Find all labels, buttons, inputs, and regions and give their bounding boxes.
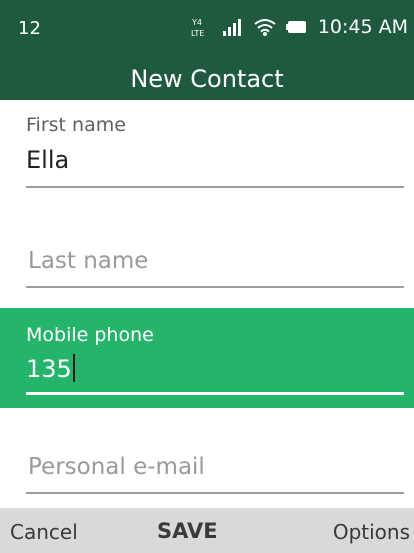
status-icons: Y4 LTE 10:45 AM bbox=[190, 16, 408, 38]
page-title: New Contact bbox=[0, 58, 414, 100]
wifi-icon bbox=[254, 18, 276, 36]
svg-text:LTE: LTE bbox=[191, 29, 204, 38]
first-name-label: First name bbox=[26, 114, 126, 136]
battery-icon bbox=[285, 20, 308, 34]
last-name-underline bbox=[26, 286, 404, 288]
personal-email-input[interactable]: Personal e-mail bbox=[28, 454, 205, 480]
mobile-phone-field[interactable]: Mobile phone 135 bbox=[0, 308, 414, 408]
status-bar: 12 Y4 LTE 10:45 AM bbox=[0, 0, 414, 58]
first-name-underline bbox=[26, 186, 404, 188]
options-button[interactable]: Options bbox=[333, 520, 410, 544]
personal-email-field[interactable]: Personal e-mail bbox=[0, 408, 414, 502]
contact-form: First name Ella Last name Mobile phone 1… bbox=[0, 100, 414, 502]
softkey-bar: Cancel SAVE Options bbox=[0, 508, 414, 553]
cancel-button[interactable]: Cancel bbox=[10, 520, 78, 544]
save-button[interactable]: SAVE bbox=[157, 519, 218, 543]
mobile-phone-underline bbox=[26, 392, 404, 395]
last-name-field[interactable]: Last name bbox=[0, 198, 414, 308]
mobile-phone-input[interactable]: 135 bbox=[26, 355, 72, 383]
mobile-phone-input-wrap[interactable]: 135 bbox=[26, 354, 75, 383]
notification-count: 12 bbox=[18, 18, 41, 39]
svg-text:Y4: Y4 bbox=[191, 18, 202, 27]
mobile-phone-label: Mobile phone bbox=[26, 324, 154, 346]
lte-volte-icon: Y4 LTE bbox=[190, 16, 212, 38]
first-name-field[interactable]: First name Ella bbox=[0, 100, 414, 198]
signal-icon bbox=[222, 18, 244, 36]
text-cursor bbox=[72, 354, 75, 382]
clock: 10:45 AM bbox=[317, 16, 408, 38]
first-name-input[interactable]: Ella bbox=[26, 146, 69, 174]
last-name-input[interactable]: Last name bbox=[28, 248, 148, 274]
personal-email-underline bbox=[26, 492, 404, 494]
